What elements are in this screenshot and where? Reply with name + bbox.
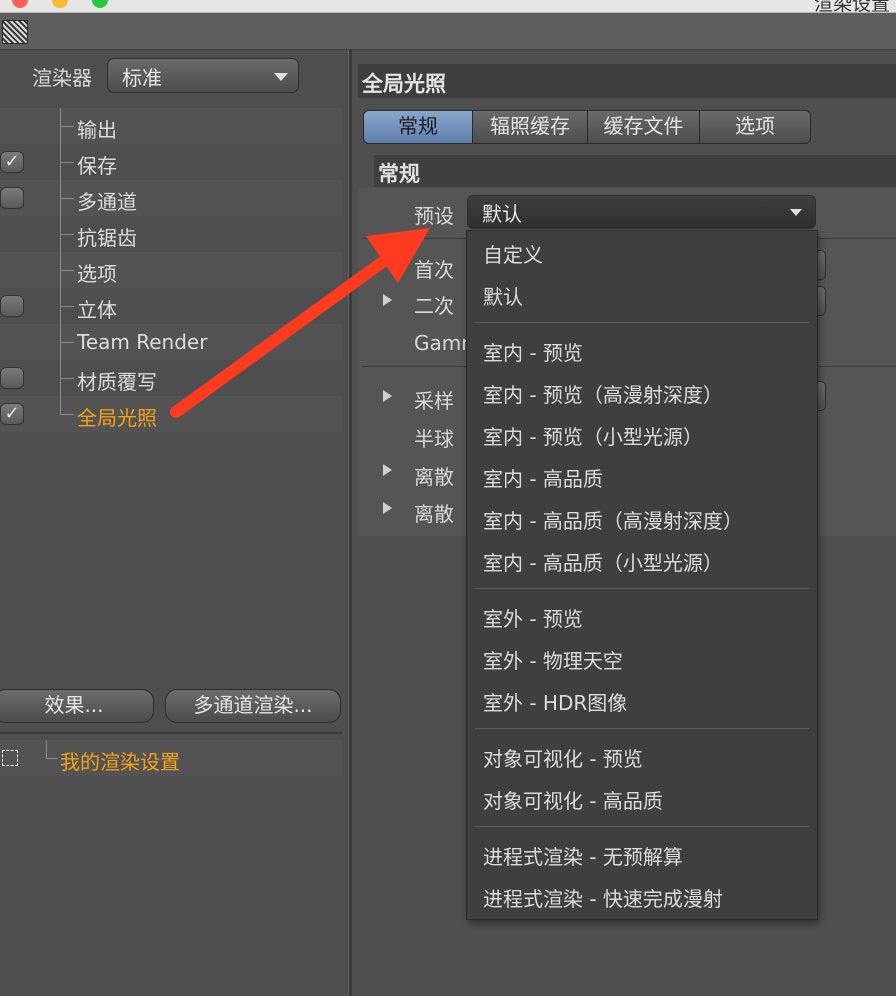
menu-item[interactable]: 进程式渲染 - 无预解算 xyxy=(483,841,683,870)
save-checkbox[interactable]: ✓ xyxy=(0,151,24,173)
menu-item[interactable]: 室内 - 高品质 xyxy=(483,463,603,492)
tree-item-label: 全局光照 xyxy=(77,406,157,430)
tree-item-save[interactable]: ✓ 保存 xyxy=(0,144,342,180)
tree-line xyxy=(60,126,74,127)
tree-item-label: 多通道 xyxy=(77,190,137,214)
menu-item[interactable]: 进程式渲染 - 快速完成漫射 xyxy=(483,883,723,912)
menu-item[interactable]: 默认 xyxy=(483,281,523,310)
menu-item[interactable]: 自定义 xyxy=(483,239,543,268)
param-label-secondary: 二次 xyxy=(414,294,454,318)
tree-line xyxy=(60,234,74,235)
menu-item[interactable]: 室外 - 预览 xyxy=(483,603,583,632)
tree-item-label: Team Render xyxy=(77,330,208,354)
preset-label: 预设 xyxy=(414,204,454,228)
my-render-setting-item[interactable]: 我的渲染设置 xyxy=(0,740,342,776)
expand-arrow-icon[interactable] xyxy=(383,502,392,514)
tab-bar: 常规 辐照缓存 缓存文件 选项 xyxy=(363,110,811,144)
tree-item-label: 输出 xyxy=(77,118,117,142)
menu-item[interactable]: 室内 - 预览（小型光源） xyxy=(483,421,703,450)
param-label-discrete-1: 离散 xyxy=(414,465,454,489)
tree-line xyxy=(46,740,47,758)
tree-item-output[interactable]: 输出 xyxy=(0,108,342,144)
section-header: 常规 xyxy=(374,155,896,187)
zoom-window-icon[interactable] xyxy=(92,0,108,8)
tree-line xyxy=(60,270,74,271)
global-illumination-checkbox[interactable]: ✓ xyxy=(0,403,24,425)
multipass-render-button[interactable]: 多通道渲染... xyxy=(165,689,341,723)
multipass-checkbox[interactable] xyxy=(0,187,24,209)
tree-item-multipass[interactable]: 多通道 xyxy=(0,180,342,216)
tree-line xyxy=(60,396,61,414)
menu-item[interactable]: 室外 - HDR图像 xyxy=(483,687,627,716)
tree-line xyxy=(60,378,74,379)
toolbar xyxy=(0,13,896,50)
menu-separator xyxy=(475,826,809,827)
left-separator xyxy=(0,732,342,734)
tab-general[interactable]: 常规 xyxy=(364,111,473,143)
menu-item[interactable]: 对象可视化 - 高品质 xyxy=(483,785,663,814)
menu-separator xyxy=(475,322,809,323)
tree-item-options[interactable]: 选项 xyxy=(0,252,342,288)
menu-item[interactable]: 室外 - 物理天空 xyxy=(483,645,623,674)
menu-item[interactable]: 对象可视化 - 预览 xyxy=(483,743,643,772)
tree-item-label: 保存 xyxy=(77,154,117,178)
tree-line xyxy=(60,162,74,163)
renderer-dropdown[interactable]: 标准 xyxy=(107,58,299,93)
menu-item[interactable]: 室内 - 高品质（高漫射深度） xyxy=(483,505,743,534)
tree-item-antialiasing[interactable]: 抗锯齿 xyxy=(0,216,342,252)
param-label-hemisphere: 半球 xyxy=(414,427,454,451)
minimize-window-icon[interactable] xyxy=(52,0,68,8)
panel-grip-icon[interactable] xyxy=(2,20,28,44)
menu-item[interactable]: 室内 - 高品质（小型光源） xyxy=(483,547,723,576)
tree-line xyxy=(46,758,58,759)
window-title-bar: 渲染设置 xyxy=(0,0,896,13)
expand-arrow-icon[interactable] xyxy=(383,294,392,306)
stereo-checkbox[interactable] xyxy=(0,295,24,317)
tree-line xyxy=(60,306,74,307)
menu-separator xyxy=(475,728,809,729)
section-title: 常规 xyxy=(378,162,420,186)
panel-title: 全局光照 xyxy=(362,72,446,96)
tree-item-team-render[interactable]: Team Render xyxy=(0,324,342,360)
render-setting-icon xyxy=(2,750,18,766)
tree-line xyxy=(60,342,74,343)
param-label-discrete-2: 离散 xyxy=(414,502,454,526)
effects-button[interactable]: 效果... xyxy=(0,689,154,723)
expand-arrow-icon[interactable] xyxy=(383,464,392,476)
window-title: 渲染设置 xyxy=(813,0,890,13)
tree-item-label: 材质覆写 xyxy=(77,370,157,394)
preset-dropdown[interactable]: 默认 xyxy=(467,195,816,229)
my-render-setting-label: 我的渲染设置 xyxy=(60,750,180,774)
tree-line xyxy=(60,198,74,199)
tab-irradiance-cache[interactable]: 辐照缓存 xyxy=(473,111,588,143)
param-label-primary: 首次 xyxy=(414,258,454,282)
param-label-samples: 采样 xyxy=(414,389,454,413)
material-override-checkbox[interactable] xyxy=(0,367,24,389)
preset-value: 默认 xyxy=(482,202,522,226)
chevron-down-icon xyxy=(790,209,802,216)
tree-item-stereo[interactable]: 立体 xyxy=(0,288,342,324)
menu-item[interactable]: 室内 - 预览（高漫射深度） xyxy=(483,379,723,408)
menu-separator xyxy=(475,588,809,589)
renderer-value: 标准 xyxy=(122,66,162,90)
tree-item-material-override[interactable]: 材质覆写 xyxy=(0,360,342,396)
chevron-down-icon xyxy=(274,73,288,81)
menu-item[interactable]: 室内 - 预览 xyxy=(483,337,583,366)
tree-item-label: 抗锯齿 xyxy=(77,226,137,250)
panel-header: 全局光照 xyxy=(358,64,896,98)
tab-cache-files[interactable]: 缓存文件 xyxy=(588,111,700,143)
preset-menu: 自定义 默认 室内 - 预览 室内 - 预览（高漫射深度） 室内 - 预览（小型… xyxy=(466,230,818,920)
tab-options[interactable]: 选项 xyxy=(700,111,810,143)
tree-line xyxy=(60,414,74,415)
expand-arrow-icon[interactable] xyxy=(383,390,392,402)
tree-item-label: 立体 xyxy=(77,298,117,322)
close-window-icon[interactable] xyxy=(12,0,28,8)
tree-item-label: 选项 xyxy=(77,262,117,286)
renderer-label: 渲染器 xyxy=(32,66,92,90)
tree-item-global-illumination[interactable]: ✓ 全局光照 xyxy=(0,396,342,432)
